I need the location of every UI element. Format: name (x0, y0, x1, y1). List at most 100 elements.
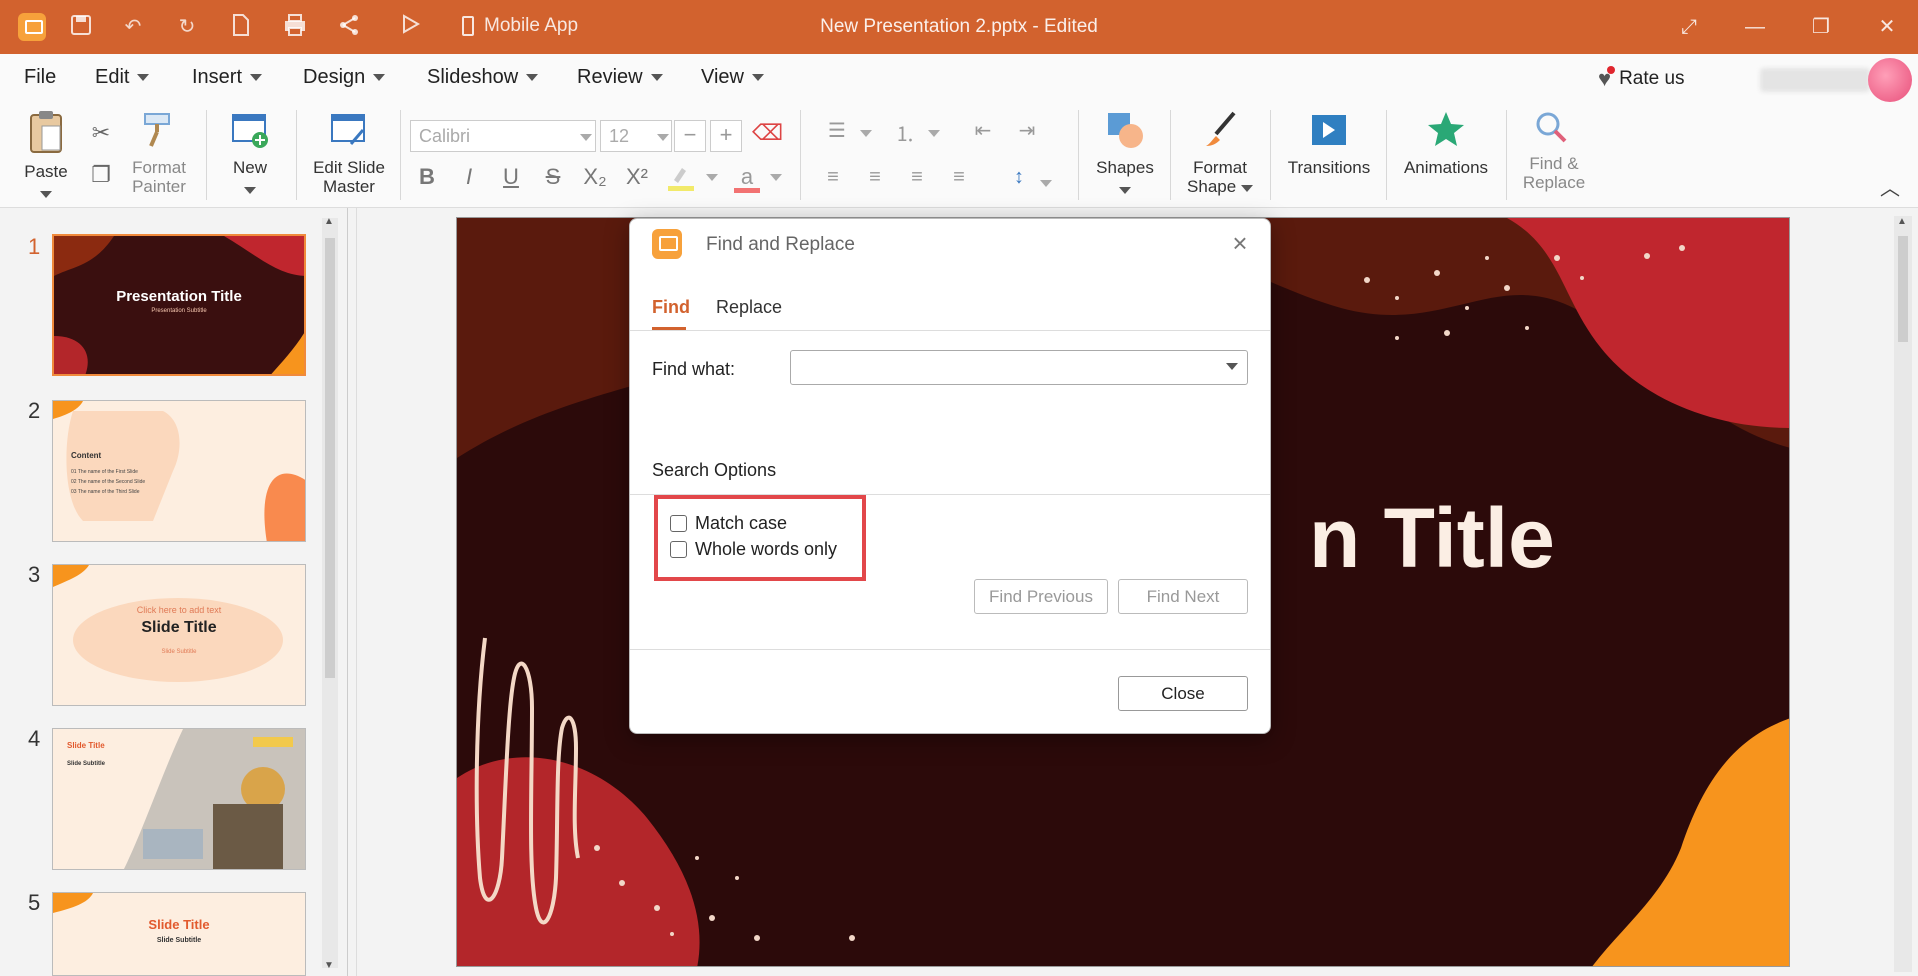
new-slide-button[interactable]: New (220, 110, 280, 198)
tab-find[interactable]: Find (652, 297, 690, 318)
chevron-down-icon (928, 130, 940, 137)
scroll-down-icon[interactable]: ▼ (324, 960, 334, 971)
collapse-ribbon-icon[interactable]: ︿ (1880, 172, 1900, 201)
slideshow-play-icon[interactable] (398, 14, 424, 40)
slide-thumbnail-2[interactable]: Content 01 The name of the First Slide 0… (52, 400, 306, 542)
tab-replace[interactable]: Replace (716, 297, 782, 318)
decrease-indent-icon[interactable]: ⇤ (968, 118, 998, 143)
app-logo-icon (18, 13, 46, 41)
mobile-app-label: Mobile App (484, 15, 579, 36)
scroll-up-icon[interactable]: ▲ (324, 216, 334, 227)
whole-words-checkbox[interactable]: Whole words only (670, 539, 837, 560)
minimize-button[interactable]: — (1740, 12, 1770, 42)
format-shape-button[interactable]: Format Shape (1180, 110, 1260, 196)
menu-file[interactable]: File (24, 66, 56, 89)
animations-button[interactable]: Animations (1398, 110, 1494, 177)
slide-thumbnail-5[interactable]: Slide Title Slide Subtitle (52, 892, 306, 976)
font-color-icon[interactable]: a (730, 164, 764, 193)
thumbnail-scroll-thumb[interactable] (325, 238, 335, 678)
avatar[interactable] (1868, 58, 1912, 102)
checkbox[interactable] (670, 541, 687, 558)
slide-number: 4 (28, 726, 41, 751)
align-right-icon[interactable]: ≡ (902, 166, 932, 189)
chevron-down-icon (752, 74, 764, 81)
new-slide-icon (232, 114, 268, 148)
slide-number: 2 (28, 398, 41, 423)
paintbrush-icon (144, 113, 170, 147)
edit-slide-master-button[interactable]: Edit Slide Master (306, 110, 392, 196)
close-window-button[interactable]: ✕ (1872, 12, 1902, 42)
share-icon[interactable] (336, 14, 362, 40)
slide-thumbnail-3[interactable]: Click here to add text Slide Title Slide… (52, 564, 306, 706)
restore-button[interactable]: ❐ (1806, 12, 1836, 42)
font-name-select[interactable]: Calibri (410, 120, 596, 152)
underline-icon[interactable]: U (494, 164, 528, 190)
slide-thumbnail-panel: 1 2 3 4 5 Presentation Title Presentatio… (0, 208, 348, 976)
chevron-down-icon (860, 130, 872, 137)
close-icon[interactable]: × (1226, 229, 1254, 257)
transitions-icon (1312, 115, 1346, 145)
find-what-input[interactable] (790, 350, 1248, 385)
mobile-app-button[interactable]: Mobile App (462, 15, 578, 37)
align-center-icon[interactable]: ≡ (860, 166, 890, 189)
shapes-button[interactable]: Shapes (1090, 110, 1160, 198)
italic-icon[interactable]: I (452, 164, 486, 190)
undo-icon[interactable]: ↶ (120, 14, 146, 40)
slide-thumbnail-4[interactable]: Slide Title Slide Subtitle (52, 728, 306, 870)
print-icon[interactable] (282, 14, 308, 40)
save-icon[interactable] (68, 14, 94, 40)
menu-bar: File Edit Insert Design Slideshow Review… (0, 54, 1918, 102)
justify-icon[interactable]: ≡ (944, 166, 974, 189)
superscript-icon[interactable]: X² (620, 164, 654, 190)
menu-insert[interactable]: Insert (192, 66, 263, 89)
find-next-button[interactable]: Find Next (1118, 579, 1248, 614)
menu-view[interactable]: View (701, 66, 764, 89)
close-button[interactable]: Close (1118, 676, 1248, 711)
fullscreen-icon[interactable]: ⤢ (1674, 12, 1704, 42)
copy-icon[interactable]: ❐ (86, 162, 116, 188)
bullet-list-icon[interactable]: ☰ (822, 118, 852, 143)
redo-icon[interactable]: ↻ (174, 14, 200, 40)
numbered-list-icon[interactable]: ⒈ (890, 118, 920, 147)
chevron-down-icon (706, 174, 718, 181)
highlight-icon[interactable] (664, 164, 698, 198)
find-previous-button[interactable]: Find Previous (974, 579, 1108, 614)
heart-icon: ♥ (1598, 66, 1616, 91)
clear-format-icon[interactable]: ⌫ (752, 120, 783, 146)
increase-indent-icon[interactable]: ⇥ (1012, 118, 1042, 143)
slide-scroll-thumb[interactable] (1898, 236, 1908, 342)
search-options-label: Search Options (652, 460, 777, 480)
magnifier-icon (1536, 112, 1567, 143)
rate-us-button[interactable]: ♥ Rate us (1598, 66, 1685, 92)
bold-icon[interactable]: B (410, 164, 444, 190)
decrease-font-button[interactable]: − (674, 120, 706, 152)
scroll-up-icon[interactable]: ▲ (1897, 216, 1907, 227)
menu-review[interactable]: Review (577, 66, 663, 89)
chevron-down-icon[interactable] (1226, 363, 1238, 370)
chevron-down-icon (1119, 187, 1131, 194)
menu-design[interactable]: Design (303, 66, 386, 89)
increase-font-button[interactable]: + (710, 120, 742, 152)
slide-number: 5 (28, 890, 41, 915)
new-document-icon[interactable] (228, 14, 254, 40)
account-name[interactable] (1760, 68, 1870, 92)
subscript-icon[interactable]: X₂ (578, 164, 612, 190)
menu-slideshow[interactable]: Slideshow (427, 66, 539, 89)
find-replace-button[interactable]: Find & Replace (1516, 110, 1592, 192)
cut-icon[interactable]: ✂ (86, 120, 116, 146)
format-painter-button[interactable]: Format Painter (124, 110, 194, 196)
line-spacing-icon[interactable]: ↕ (1004, 166, 1034, 189)
checkbox[interactable] (670, 515, 687, 532)
slide-title: n Title (1309, 491, 1555, 585)
find-what-label: Find what: (652, 359, 736, 379)
transitions-button[interactable]: Transitions (1284, 110, 1374, 177)
align-left-icon[interactable]: ≡ (818, 166, 848, 189)
match-case-checkbox[interactable]: Match case (670, 513, 787, 534)
paste-button[interactable]: Paste (18, 110, 74, 202)
menu-edit[interactable]: Edit (95, 66, 150, 89)
ribbon-toolbar: Paste ✂ ❐ Format Painter New Edit Slide … (0, 102, 1918, 208)
slide-thumbnail-1[interactable]: Presentation Title Presentation Subtitle (52, 234, 306, 376)
strikethrough-icon[interactable]: S (536, 164, 570, 190)
phone-icon (462, 16, 474, 36)
slide-number: 1 (28, 234, 41, 259)
